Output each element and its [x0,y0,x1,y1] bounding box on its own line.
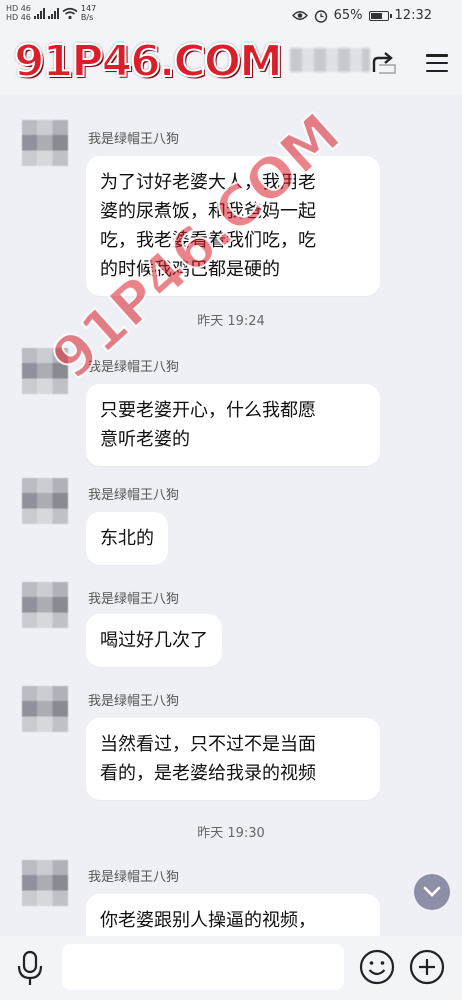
message-line: 为了讨好老婆大人，我用老 [100,172,316,193]
message-line: 喝过好几次了 [100,630,208,651]
scroll-to-bottom-button[interactable] [414,874,450,910]
network-speed: 147 B/s [81,4,96,22]
sender-name: 我是绿帽王八狗 [88,360,180,375]
avatar[interactable] [22,582,68,628]
message-input[interactable] [62,944,344,990]
share-icon[interactable] [370,48,400,78]
chat-area[interactable]: 我是绿帽王八狗 为了讨好老婆大人，我用老 婆的尿煮饭，和我爸妈一起 吃，我老婆看… [0,94,462,936]
emoji-icon[interactable] [358,948,396,986]
speed-unit: B/s [80,13,94,22]
timestamp: 昨天 19:24 [197,314,265,329]
message-bubble[interactable]: 只要老婆开心，什么我都愿 意听老婆的 [86,384,380,466]
avatar[interactable] [22,478,68,524]
message-bubble[interactable]: 你老婆跟别人操逼的视频， [86,894,380,936]
eye-icon [291,11,308,20]
wifi-icon [62,7,78,19]
network-bottom: HD 46 [6,13,31,22]
status-bar: HD 46 HD 46 147 B/s 65% 12:32 [0,0,462,34]
message-line: 东北的 [100,528,154,549]
message-line: 吃，我老婆看着我们吃，吃 [100,230,316,251]
sender-name: 我是绿帽王八狗 [88,488,180,503]
message-line: 看的，是老婆给我录的视频 [100,763,316,784]
menu-icon[interactable] [422,48,452,78]
avatar[interactable] [22,348,68,394]
sender-name: 我是绿帽王八狗 [88,870,180,885]
message-line: 你老婆跟别人操逼的视频， [100,910,316,931]
watermark-logo: 91P46.COM [13,35,284,88]
microphone-icon[interactable] [12,948,48,988]
plus-icon[interactable] [408,948,446,986]
battery-percent: 65% [333,8,363,23]
network-indicators: HD 46 HD 46 147 B/s [6,4,96,22]
message-bubble[interactable]: 当然看过，只不过不是当面 看的，是老婆给我录的视频 [86,718,380,800]
avatar[interactable] [22,860,68,906]
chat-header: 91P46.COM [0,34,462,94]
battery-icon [368,10,392,21]
signal-icon [33,7,45,19]
avatar[interactable] [22,686,68,732]
message-line: 婆的尿煮饭，和我爸妈一起 [100,201,316,222]
signal-icon-2 [47,7,59,19]
message-line: 的时候我鸡巴都是硬的 [100,259,280,280]
speed-value: 147 [80,4,97,13]
message-bubble[interactable]: 东北的 [86,512,168,565]
sender-name: 我是绿帽王八狗 [88,592,180,607]
avatar[interactable] [22,120,68,166]
status-right: 65% 12:32 [291,8,432,23]
message-line: 意听老婆的 [100,429,190,450]
clock: 12:32 [394,8,432,23]
blurred-title [290,48,370,72]
message-bubble[interactable]: 为了讨好老婆大人，我用老 婆的尿煮饭，和我爸妈一起 吃，我老婆看着我们吃，吃 的… [86,156,380,296]
network-labels: HD 46 HD 46 [6,4,31,22]
message-line: 只要老婆开心，什么我都愿 [100,400,316,421]
timestamp: 昨天 19:30 [197,826,265,841]
message-bubble[interactable]: 喝过好几次了 [86,614,222,667]
sender-name: 我是绿帽王八狗 [88,132,180,147]
network-top: HD 46 [6,4,31,13]
chevron-down-icon [423,886,441,897]
sender-name: 我是绿帽王八狗 [88,694,180,709]
input-bar [0,936,462,1000]
alarm-icon [314,9,327,23]
message-line: 当然看过，只不过不是当面 [100,734,316,755]
